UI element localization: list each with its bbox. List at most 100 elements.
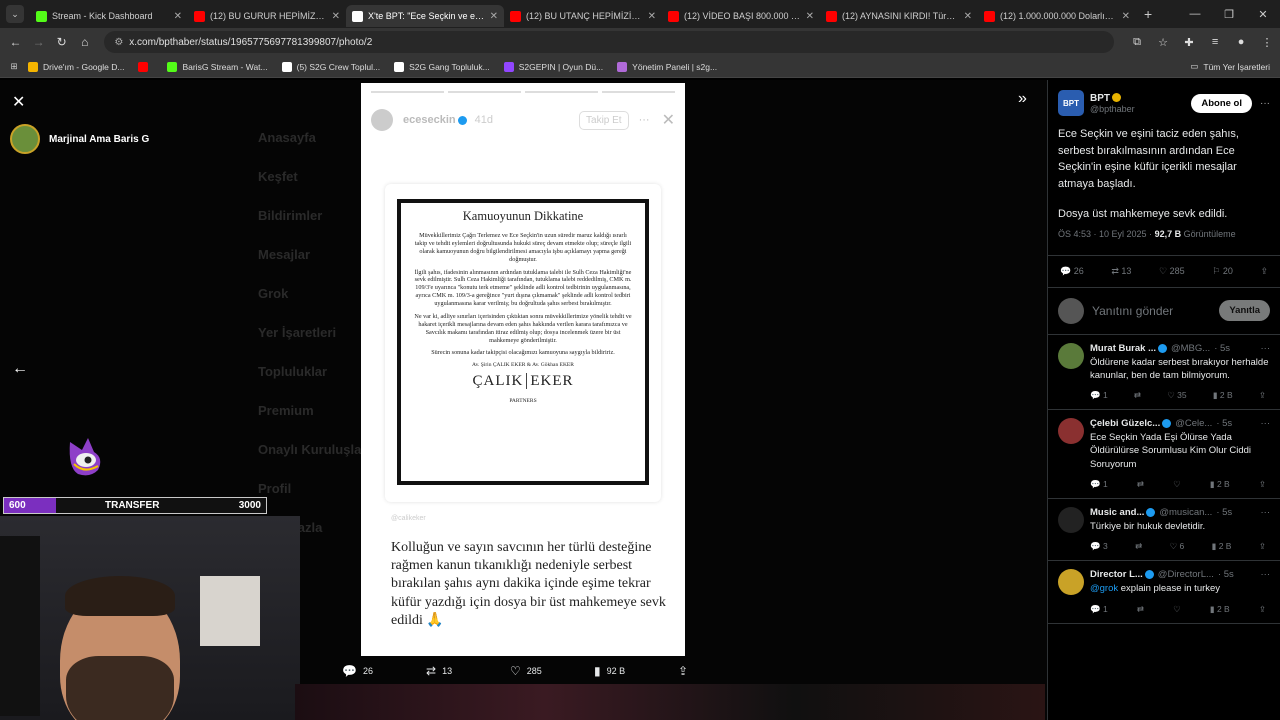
reply-author[interactable]: Director L... — [1090, 569, 1143, 580]
bookmark-item[interactable]: S2GEPIN | Oyun Dü... — [503, 61, 603, 72]
browser-tab[interactable]: (12) AYNASINI KIRDI! Türkiye'd ✕ — [820, 5, 978, 27]
bookmark-item[interactable]: Drive'ım - Google D... — [28, 61, 124, 72]
reply-more-icon[interactable]: ··· — [1261, 569, 1271, 580]
reply-handle[interactable]: @DirectorL... — [1158, 569, 1214, 580]
reply-repost-button[interactable]: ⇄ — [1135, 541, 1142, 552]
reply-avatar[interactable] — [1058, 418, 1084, 445]
tab-close-icon[interactable]: ✕ — [1122, 11, 1130, 22]
reply-views-button[interactable]: ▮ 2 B — [1210, 604, 1230, 615]
tab-close-icon[interactable]: ✕ — [490, 11, 498, 22]
menu-icon[interactable]: ⋮ — [1254, 36, 1280, 49]
profile-avatar-icon[interactable]: ● — [1228, 36, 1254, 49]
reply-handle[interactable]: @musican... — [1159, 507, 1212, 518]
tab-close-icon[interactable]: ✕ — [332, 11, 340, 22]
subscribe-button[interactable]: Abone ol — [1191, 93, 1252, 113]
maximize-icon[interactable]: ❐ — [1212, 8, 1246, 21]
tab-close-icon[interactable]: ✕ — [174, 11, 182, 22]
reply-avatar[interactable] — [1058, 342, 1084, 369]
reply-repost-button[interactable]: ⇄ — [1134, 390, 1141, 401]
tweet-repost-button[interactable]: ⇄ 13 — [1111, 266, 1131, 277]
browser-tab[interactable]: (12) 1.000.000.000 Dolarlık Çi ✕ — [978, 5, 1136, 27]
reload-icon[interactable]: ↻ — [50, 35, 73, 49]
tweet-reply-button[interactable]: 💬 26 — [1060, 266, 1084, 277]
reply-more-icon[interactable]: ··· — [1261, 418, 1271, 429]
reply-share-button[interactable]: ⇪ — [1259, 390, 1266, 401]
tweet-like-button[interactable]: ♡ 285 — [1159, 266, 1185, 277]
reply-like-button[interactable]: ♡ — [1173, 479, 1181, 490]
reply-time[interactable]: · 5s — [1214, 343, 1230, 354]
tab-close-icon[interactable]: ✕ — [648, 11, 656, 22]
media-views-button[interactable]: ▮ 92 B — [594, 664, 678, 678]
star-icon[interactable]: ☆ — [1150, 36, 1176, 49]
media-share-button[interactable]: ⇪ — [678, 664, 694, 678]
reply-mention[interactable]: @grok — [1090, 583, 1118, 594]
reply-views-button[interactable]: ▮ 2 B — [1213, 390, 1233, 401]
reply-author[interactable]: Music and... — [1090, 507, 1144, 518]
tweet-bookmark-button[interactable]: ⚐ 20 — [1212, 266, 1233, 277]
reply-item[interactable]: Çelebi Güzelc... @Cele... · 5s ··· Ece S… — [1048, 410, 1280, 499]
reply-submit-button[interactable]: Yanıtla — [1219, 300, 1270, 321]
new-tab-icon[interactable]: + — [1144, 6, 1152, 22]
more-icon[interactable]: ··· — [1260, 98, 1270, 109]
home-icon[interactable]: ⌂ — [73, 35, 96, 49]
forward-icon[interactable]: → — [27, 35, 50, 49]
browser-tab[interactable]: (12) BU GURUR HEPİMİZİN | M ✕ — [188, 5, 346, 27]
reply-author[interactable]: Çelebi Güzelc... — [1090, 418, 1160, 429]
previous-media-icon[interactable]: ← — [12, 360, 28, 378]
reply-views-button[interactable]: ▮ 2 B — [1210, 479, 1230, 490]
reply-more-icon[interactable]: ··· — [1261, 507, 1271, 518]
reply-reply-button[interactable]: 💬 1 — [1090, 479, 1108, 490]
reply-handle[interactable]: @MBG... — [1171, 343, 1210, 354]
reply-time[interactable]: · 5s — [1216, 418, 1232, 429]
minimize-icon[interactable]: — — [1178, 8, 1212, 20]
bookmark-item[interactable] — [138, 61, 153, 72]
reply-avatar[interactable] — [1058, 569, 1084, 596]
reply-reply-button[interactable]: 💬 1 — [1090, 390, 1108, 401]
reply-reply-button[interactable]: 💬 3 — [1090, 541, 1108, 552]
install-icon[interactable]: ⧉ — [1124, 36, 1150, 49]
reply-avatar[interactable] — [1058, 506, 1084, 533]
reply-share-button[interactable]: ⇪ — [1259, 541, 1266, 552]
tab-close-icon[interactable]: ✕ — [964, 11, 972, 22]
tab-search-icon[interactable]: ⌄ — [6, 5, 24, 23]
reply-handle[interactable]: @Cele... — [1175, 418, 1212, 429]
reply-input[interactable]: Yanıtını gönder — [1092, 304, 1173, 318]
reply-more-icon[interactable]: ··· — [1261, 343, 1271, 354]
reply-like-button[interactable]: ♡ 6 — [1170, 541, 1185, 552]
back-icon[interactable]: ← — [4, 35, 27, 49]
reply-item[interactable]: Murat Burak ... @MBG... · 5s ··· Öldüren… — [1048, 335, 1280, 411]
media-like-button[interactable]: ♡ 285 — [510, 664, 594, 678]
reply-views-button[interactable]: ▮ 2 B — [1212, 541, 1232, 552]
media-repost-button[interactable]: ⇄ 13 — [426, 664, 510, 678]
reply-item[interactable]: Director L... @DirectorL... · 5s ··· @gr… — [1048, 561, 1280, 624]
reply-share-button[interactable]: ⇪ — [1259, 604, 1266, 615]
bookmark-item[interactable]: BarisG Stream - Wat... — [167, 61, 268, 72]
expand-panel-icon[interactable]: » — [1018, 90, 1027, 108]
site-info-icon[interactable]: ⚙ — [114, 37, 123, 48]
close-window-icon[interactable]: ✕ — [1246, 8, 1280, 21]
bookmark-item[interactable]: Yönetim Paneli | s2g... — [617, 61, 717, 72]
extensions-icon[interactable]: ✚ — [1176, 36, 1202, 49]
reply-repost-button[interactable]: ⇄ — [1137, 479, 1144, 490]
apps-grid-icon[interactable]: ⊞ — [0, 61, 28, 72]
author-avatar[interactable]: BPT — [1058, 90, 1084, 116]
reply-time[interactable]: · 5s — [1218, 569, 1234, 580]
reply-like-button[interactable]: ♡ 35 — [1167, 390, 1186, 401]
all-bookmarks[interactable]: ▭ Tüm Yer İşaretleri — [1190, 61, 1270, 72]
reply-like-button[interactable]: ♡ — [1173, 604, 1181, 615]
reply-author[interactable]: Murat Burak ... — [1090, 343, 1156, 354]
author-name[interactable]: BPT — [1090, 93, 1110, 104]
browser-tab[interactable]: Stream - Kick Dashboard ✕ — [30, 5, 188, 27]
bookmark-item[interactable]: (5) S2G Crew Toplul... — [281, 61, 380, 72]
browser-tab[interactable]: X'te BPT: "Ece Seçkin ve eşini ta ✕ — [346, 5, 504, 27]
media-reply-button[interactable]: 💬 26 — [342, 664, 426, 678]
bookmark-item[interactable]: S2G Gang Topluluk... — [394, 61, 490, 72]
reply-share-button[interactable]: ⇪ — [1259, 479, 1266, 490]
reply-repost-button[interactable]: ⇄ — [1137, 604, 1144, 615]
author-handle[interactable]: @bpthaber — [1090, 104, 1135, 114]
tab-close-icon[interactable]: ✕ — [806, 11, 814, 22]
browser-tab[interactable]: (12) BU UTANÇ HEPİMİZİN | M ✕ — [504, 5, 662, 27]
tweet-share-button[interactable]: ⇪ — [1260, 266, 1268, 277]
media-icon[interactable]: ≡ — [1202, 36, 1228, 49]
browser-tab[interactable]: (12) VİDEO BAŞI 800.000 TL DU ✕ — [662, 5, 820, 27]
